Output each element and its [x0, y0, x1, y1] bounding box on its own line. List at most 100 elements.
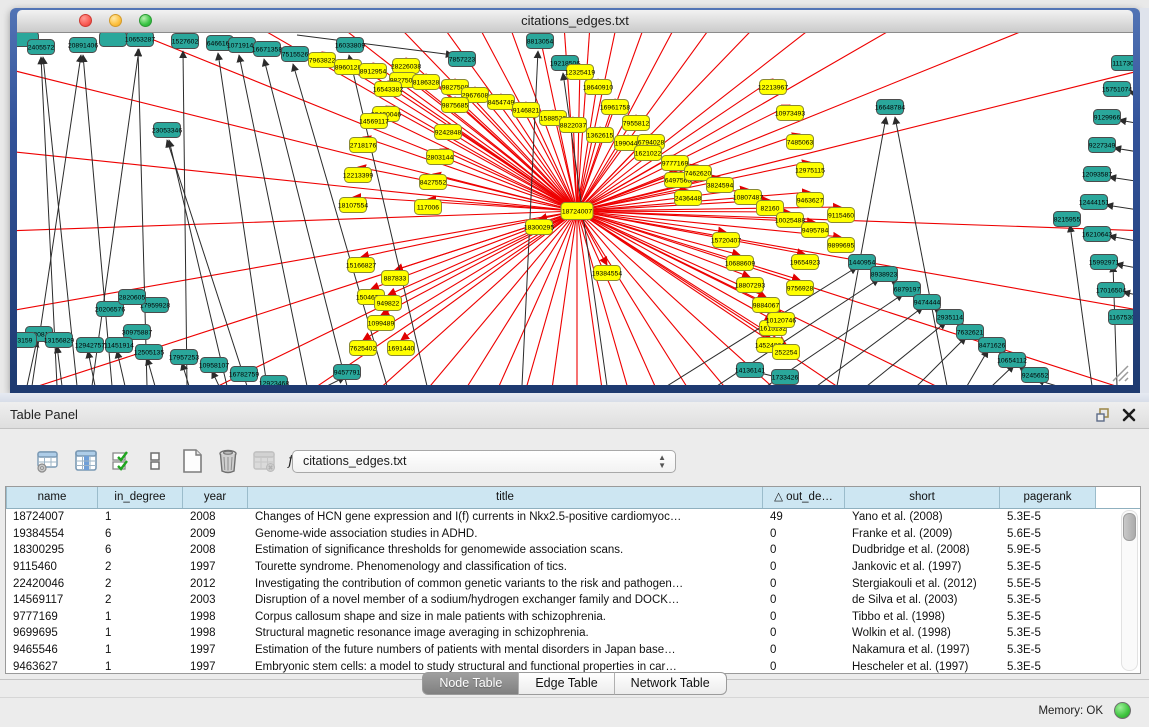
graph-node[interactable]: 7485063 [787, 135, 814, 150]
graph-node[interactable]: 20891406 [68, 38, 98, 53]
column-header-short[interactable]: short [845, 487, 1000, 508]
graph-node[interactable]: 12213967 [758, 80, 788, 95]
graph-node[interactable]: 9495784 [802, 223, 829, 238]
table-row[interactable]: 2242004622012Investigating the contribut… [6, 575, 1140, 592]
graph-node[interactable]: 10688609 [725, 256, 755, 271]
graph-node[interactable]: 16033809 [335, 38, 365, 53]
graph-node[interactable]: 252254 [773, 345, 800, 360]
graph-node[interactable]: 9463627 [797, 193, 824, 208]
graph-node[interactable]: 17957253 [169, 350, 199, 365]
graph-node[interactable]: 12213399 [343, 168, 373, 183]
graph-node[interactable]: 1527602 [172, 34, 199, 49]
graph-node[interactable]: 10973493 [775, 106, 805, 121]
graph-node[interactable]: 8813054 [527, 34, 554, 49]
tab-network-table[interactable]: Network Table [615, 672, 727, 695]
graph-node[interactable]: 9756928 [787, 281, 814, 296]
graph-node[interactable]: 8960128 [335, 60, 362, 75]
graph-node[interactable]: 16210643 [1082, 227, 1112, 242]
table-row[interactable]: 977716911998Corpus callosum shape and si… [6, 609, 1140, 626]
graph-node[interactable]: 949822 [375, 296, 402, 311]
graph-node[interactable]: 7632621 [957, 325, 984, 340]
graph-node[interactable]: 9227349 [1089, 138, 1116, 153]
table-row[interactable]: 1872400712008Changes of HCN gene express… [6, 509, 1140, 526]
graph-node[interactable]: 9457791 [334, 365, 361, 380]
graph-node[interactable]: 7955812 [623, 116, 650, 131]
graph-node[interactable]: 18807293 [735, 278, 765, 293]
close-panel-icon[interactable] [1121, 407, 1137, 423]
table-settings-button[interactable] [34, 447, 62, 475]
graph-node[interactable]: 3824594 [707, 178, 734, 193]
graph-node[interactable]: 16671358 [252, 42, 282, 57]
graph-node[interactable]: 15751074 [1102, 82, 1132, 97]
graph-node[interactable]: 17016504 [1096, 283, 1126, 298]
graph-node[interactable]: 10120746 [766, 313, 796, 328]
graph-node[interactable]: 19384554 [592, 266, 622, 281]
graph-node[interactable]: 16648784 [875, 100, 905, 115]
column-header-name[interactable]: name [6, 487, 98, 508]
graph-node[interactable]: 117006 [415, 200, 442, 215]
graph-node[interactable]: 8215955 [1054, 212, 1081, 227]
graph-node[interactable]: 18107554 [338, 198, 368, 213]
graph-node[interactable]: 8471626 [979, 338, 1006, 353]
column-header-year[interactable]: year [183, 487, 248, 508]
graph-node[interactable]: 8912954 [360, 64, 387, 79]
graph-node[interactable]: 12325419 [565, 65, 595, 80]
graph-node[interactable]: 2405572 [28, 40, 55, 55]
graph-node[interactable]: 15720407 [711, 233, 741, 248]
graph-node[interactable]: 18724007 [561, 203, 593, 220]
column-header-pagerank[interactable]: pagerank [1000, 487, 1096, 508]
graph-node[interactable]: 8454749 [488, 95, 515, 110]
graph-node[interactable]: 1167530 [1109, 310, 1134, 325]
graph-node[interactable]: 13156829 [44, 333, 74, 348]
graph-node[interactable]: 9875685 [442, 98, 469, 113]
graph-node[interactable]: 8822037 [560, 118, 587, 133]
graph-node[interactable]: 9474444 [914, 295, 941, 310]
graph-node[interactable]: 12444151 [1079, 195, 1109, 210]
vertical-scrollbar[interactable] [1121, 510, 1138, 671]
float-panel-icon[interactable] [1095, 407, 1111, 423]
graph-node[interactable]: 1621022 [635, 146, 662, 161]
table-row[interactable]: 1456911722003Disruption of a novel membe… [6, 592, 1140, 609]
graph-node[interactable]: 9146821 [513, 103, 540, 118]
graph-node[interactable] [100, 33, 127, 47]
table-row[interactable]: 969969511998Structural magnetic resonanc… [6, 625, 1140, 642]
graph-node[interactable]: 12975115 [795, 163, 825, 178]
graph-node[interactable]: 12923468 [259, 376, 289, 386]
graph-node[interactable]: 8186328 [413, 75, 440, 90]
graph-node[interactable]: 1691440 [388, 341, 415, 356]
graph-node[interactable]: 19654923 [790, 255, 820, 270]
table-row[interactable]: 946554611997Estimation of the future num… [6, 642, 1140, 659]
graph-node[interactable]: 9899695 [828, 238, 855, 253]
graph-node[interactable]: 23053346 [152, 123, 182, 138]
resize-grip-icon[interactable] [1113, 366, 1128, 381]
graph-node[interactable]: 16782759 [229, 367, 259, 382]
graph-node[interactable]: 10653287 [125, 33, 155, 47]
graph-node[interactable]: 18640910 [583, 80, 613, 95]
graph-node[interactable]: 9129966 [1094, 110, 1121, 125]
tab-node-table[interactable]: Node Table [422, 672, 519, 695]
graph-node[interactable]: 2803144 [427, 150, 454, 165]
graph-node[interactable]: 2718176 [350, 138, 377, 153]
graph-node[interactable]: 12942757 [75, 338, 105, 353]
graph-node[interactable]: 7963822 [309, 53, 336, 68]
graph-node[interactable]: 15166827 [346, 258, 376, 273]
graph-node[interactable]: 1117305 [1112, 56, 1134, 71]
graph-node[interactable]: 28226038 [391, 59, 421, 74]
network-window-titlebar[interactable]: citations_edges.txt [17, 10, 1133, 33]
graph-node[interactable]: 1099489 [368, 316, 395, 331]
graph-node[interactable]: 9115460 [828, 208, 855, 223]
table-selector-dropdown[interactable]: citations_edges.txt ▲▼ [292, 450, 676, 473]
column-header-in_degree[interactable]: in_degree [98, 487, 183, 508]
graph-node[interactable]: 12505135 [134, 345, 164, 360]
select-columns-button[interactable] [108, 447, 136, 475]
graph-node[interactable]: 10025488 [775, 213, 805, 228]
tab-edge-table[interactable]: Edge Table [519, 672, 614, 695]
row-height-button[interactable] [141, 447, 169, 475]
graph-node[interactable]: 2436448 [675, 191, 702, 206]
graph-node[interactable]: 9884067 [753, 298, 780, 313]
network-window[interactable]: citations_edges.txt 2405572 20891406 10653… [10, 8, 1140, 393]
show-column-button[interactable] [72, 447, 100, 475]
column-header-out_de[interactable]: △ out_de… [763, 487, 845, 508]
graph-node[interactable]: 9245652 [1022, 368, 1049, 383]
graph-node[interactable]: 18300295 [524, 220, 554, 235]
